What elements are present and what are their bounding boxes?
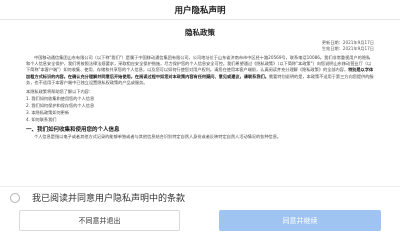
intro-paragraph: 中国移动通信集团山东有限公司（以下称"我们"）是属于中国移动通信集团有限公司，公… [26,55,374,86]
list-item: 2. 我们如何保护和保存您的个人信息 [26,103,95,109]
list-item: 1. 我们如何收集和使用您的个人信息 [26,96,95,102]
header-title: 用户隐私声明 [174,5,226,16]
date-block: 更新日期：2021年9月17日 生效日期：2021年9月17日 [26,40,374,52]
list-item: 3. 本隐私政策如何更新 [26,110,70,116]
section-paragraph: 个人信息是指以电子或者其他方式记录的能够单独或者与其他信息结合识别特定自然人身份… [34,134,282,140]
contents-list: 1. 我们如何收集和使用您的个人信息 2. 我们如何保护和保存您的个人信息 3.… [26,95,374,123]
list-item: 4. 如何联系我们 [26,117,57,123]
consent-radio[interactable] [10,192,20,203]
consent-row[interactable]: 我已阅读并同意用户隐私声明中的条款 [0,186,400,208]
policy-content[interactable]: 隐私政策 更新日期：2021年9月17日 生效日期：2021年9月17日 中国移… [0,21,400,186]
app-header: 用户隐私声明 [0,0,400,20]
document-title: 隐私政策 [185,28,215,37]
decline-button[interactable]: 不同意并退出 [19,210,180,231]
effective-date: 生效日期：2021年9月17日 [321,46,374,51]
intro-text: 中国移动通信集团山东有限公司（以下称"我们"）是属于中国移动通信集团有限公司，公… [26,55,372,73]
consent-label[interactable]: 我已阅读并同意用户隐私声明中的条款 [32,191,185,204]
agree-button[interactable]: 同意并继续 [219,210,381,231]
